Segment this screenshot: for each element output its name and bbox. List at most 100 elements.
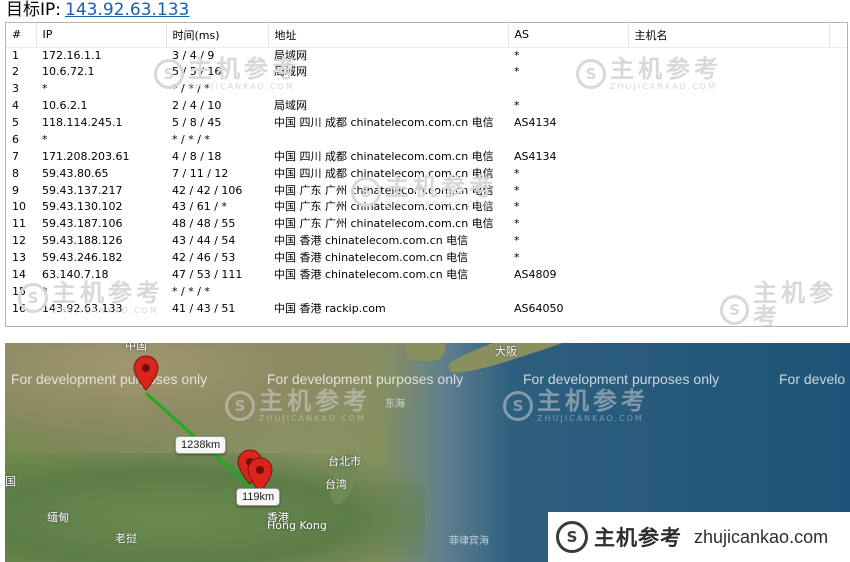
cell-address: 中国 香港 chinatelecom.com.cn 电信	[274, 251, 469, 265]
map-marker-icon[interactable]	[133, 355, 159, 391]
table-row[interactable]: 10 59.43.130.102 43 / 61 / * 中国 广东 广州 china…	[6, 199, 847, 216]
cell-ip: 59.43.188.126	[42, 234, 123, 248]
table-row[interactable]: 15 * * / * / *	[6, 283, 847, 300]
cell-address: 中国 广东 广州 chinatelecom.com.cn 电信	[274, 217, 494, 231]
table-row[interactable]: 7 171.208.203.61 4 / 8 / 18 中国 四川 成都 chinat…	[6, 148, 847, 165]
traceroute-table: # IP 时间(ms) 地址 AS 主机名 1 172.16.1.1 3 / 4 /…	[6, 23, 847, 317]
cell-filler	[829, 216, 847, 233]
cell-filler	[829, 47, 847, 64]
cell-hostname	[628, 148, 829, 165]
cell-hop: 2	[12, 65, 19, 79]
table-row[interactable]: 8 59.43.80.65 7 / 11 / 12 中国 四川 成都 chinatel…	[6, 165, 847, 182]
cell-address: 局域网	[274, 48, 307, 62]
distance-label: 1238km	[175, 436, 227, 454]
cell-as: AS4809	[514, 268, 557, 282]
cell-hostname	[628, 216, 829, 233]
cell-as: AS4134	[514, 149, 557, 163]
column-header-as[interactable]: AS	[508, 23, 629, 48]
cell-hostname	[628, 165, 829, 182]
cell-as: *	[514, 183, 520, 197]
cell-address: 局域网	[274, 65, 307, 79]
cell-ip: 10.6.72.1	[42, 65, 95, 79]
cell-address: 中国 广东 广州 chinatelecom.com.cn 电信	[274, 200, 494, 214]
cell-address	[268, 283, 508, 300]
cell-as: *	[514, 217, 520, 231]
cell-as	[508, 81, 628, 98]
cell-ip: *	[42, 132, 48, 146]
cell-ip: *	[42, 82, 48, 96]
cell-hostname	[628, 199, 829, 216]
cell-filler	[829, 267, 847, 284]
table-row[interactable]: 14 63.140.7.18 47 / 53 / 111 中国 香港 chinatel…	[6, 267, 847, 284]
cell-hostname	[628, 131, 829, 148]
cell-ip: 143.92.63.133	[42, 301, 123, 315]
cell-time: 5 / 5 / 16	[172, 65, 222, 79]
cell-filler	[829, 81, 847, 98]
cell-time: 3 / 4 / 9	[172, 48, 215, 62]
table-row[interactable]: 5 118.114.245.1 5 / 8 / 45 中国 四川 成都 chinate…	[6, 115, 847, 132]
column-header-time[interactable]: 时间(ms)	[166, 23, 269, 48]
cell-ip: 10.6.2.1	[42, 99, 88, 113]
cell-time: 5 / 8 / 45	[172, 116, 222, 129]
table-row[interactable]: 11 59.43.187.106 48 / 48 / 55 中国 广东 广州 chin…	[6, 216, 847, 233]
cell-as	[508, 283, 628, 300]
table-row[interactable]: 1 172.16.1.1 3 / 4 / 9 局域网 *	[6, 47, 847, 64]
cell-filler	[829, 115, 847, 132]
cell-hostname	[628, 300, 829, 317]
cell-filler	[829, 300, 847, 317]
column-header-hostname[interactable]: 主机名	[628, 23, 830, 48]
cell-filler	[829, 148, 847, 165]
cell-as: *	[514, 251, 520, 265]
cell-filler	[829, 64, 847, 81]
target-ip-link[interactable]: 143.92.63.133	[65, 0, 189, 20]
table-row[interactable]: 6 * * / * / *	[6, 131, 847, 148]
cell-filler	[829, 199, 847, 216]
column-header-hop[interactable]: #	[6, 23, 37, 48]
cell-hop: 8	[12, 166, 19, 180]
table-row[interactable]: 9 59.43.137.217 42 / 42 / 106 中国 广东 广州 chin…	[6, 182, 847, 199]
cell-as: AS4134	[514, 116, 557, 129]
table-row[interactable]: 3 * * / * / *	[6, 81, 847, 98]
table-row[interactable]: 13 59.43.246.182 42 / 46 / 53 中国 香港 chinate…	[6, 250, 847, 267]
table-row[interactable]: 12 59.43.188.126 43 / 44 / 54 中国 香港 chinate…	[6, 233, 847, 250]
cell-as: *	[514, 48, 520, 62]
cell-hop: 15	[12, 284, 26, 298]
cell-hostname	[628, 47, 829, 64]
cell-ip: 59.43.80.65	[42, 166, 109, 180]
cell-ip: 63.140.7.18	[42, 268, 109, 282]
cell-hop: 6	[12, 132, 19, 146]
cell-ip: 59.43.246.182	[42, 251, 123, 265]
cell-filler	[829, 250, 847, 267]
cell-hop: 7	[12, 149, 19, 163]
cell-hostname	[628, 267, 829, 284]
table-row[interactable]: 16 143.92.63.133 41 / 43 / 51 中国 香港 rackip.…	[6, 300, 847, 317]
cell-filler	[829, 131, 847, 148]
cell-hop: 9	[12, 183, 19, 197]
cell-as: AS64050	[514, 301, 564, 315]
column-header-address[interactable]: 地址	[268, 23, 509, 48]
cell-hostname	[628, 283, 829, 300]
table-row[interactable]: 4 10.6.2.1 2 / 4 / 10 局域网 *	[6, 98, 847, 115]
cell-as: *	[514, 99, 520, 113]
cell-hop: 5	[12, 116, 19, 129]
cell-address: 中国 香港 rackip.com	[274, 301, 386, 315]
site-logo-icon: S	[556, 521, 588, 553]
cell-hop: 14	[12, 268, 26, 282]
table-row[interactable]: 2 10.6.72.1 5 / 5 / 16 局域网 *	[6, 64, 847, 81]
cell-address: 中国 四川 成都 chinatelecom.com.cn 电信	[274, 149, 494, 163]
cell-address: 局域网	[274, 99, 307, 113]
cell-hostname	[628, 250, 829, 267]
traceroute-panel: # IP 时间(ms) 地址 AS 主机名 1 172.16.1.1 3 / 4 /…	[5, 22, 848, 327]
site-logo-url: zhujicankao.com	[694, 526, 829, 547]
cell-hop: 16	[12, 301, 26, 315]
cell-hostname	[628, 182, 829, 199]
cell-address: 中国 广东 广州 chinatelecom.com.cn 电信	[274, 183, 494, 197]
table-header-row: # IP 时间(ms) 地址 AS 主机名	[6, 23, 847, 48]
cell-ip: 59.43.187.106	[42, 217, 123, 231]
column-header-ip[interactable]: IP	[36, 23, 167, 48]
target-ip-label: 目标IP:	[6, 0, 61, 20]
cell-address: 中国 香港 chinatelecom.com.cn 电信	[274, 268, 469, 282]
cell-filler	[829, 165, 847, 182]
cell-time: 2 / 4 / 10	[172, 99, 222, 113]
cell-time: * / * / *	[172, 284, 210, 298]
